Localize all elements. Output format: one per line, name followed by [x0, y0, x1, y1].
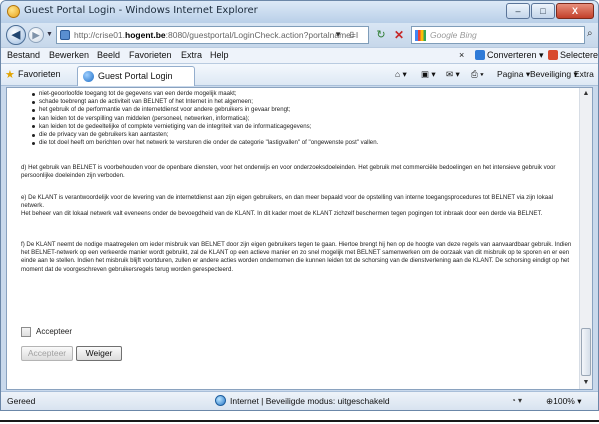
- menu-favorieten[interactable]: Favorieten: [129, 50, 172, 60]
- mail-icon[interactable]: ✉ ▾: [446, 69, 460, 80]
- status-bar: Gereed Internet | Beveiligde modus: uitg…: [1, 391, 598, 410]
- tab-page-icon: [83, 71, 94, 82]
- safety-menu[interactable]: Beveiliging ▾: [530, 69, 578, 80]
- protected-mode-icon[interactable]: ◔ ▾: [511, 396, 522, 405]
- tab-label: Guest Portal Login: [98, 71, 173, 81]
- compatibility-icon[interactable]: ▯: [350, 30, 354, 39]
- list-item: die tot doel heeft om berichten over het…: [32, 139, 574, 147]
- list-item: kan leiden tot de gedeeltelijke of compl…: [32, 123, 574, 131]
- select-menu[interactable]: Selecteren: [548, 50, 598, 60]
- menu-extra[interactable]: Extra: [181, 50, 202, 60]
- paragraph-e-2: Het beheer van dit lokaal netwerk valt e…: [21, 210, 543, 217]
- internet-zone-icon: [215, 395, 226, 406]
- page-icon: [60, 30, 70, 40]
- tools-menu[interactable]: Extra: [574, 69, 594, 79]
- menu-help[interactable]: Help: [210, 50, 229, 60]
- window-title: Guest Portal Login - Windows Internet Ex…: [24, 5, 258, 16]
- paragraph-e: e) De KLANT is verantwoordelijk voor de …: [21, 194, 553, 210]
- forward-button[interactable]: ▶: [28, 27, 44, 43]
- refuse-button[interactable]: Weiger: [76, 346, 122, 361]
- favorites-bar: ★ Favorieten Guest Portal Login ⌂ ▾ ▣ ▾ …: [1, 64, 598, 86]
- scroll-down-icon[interactable]: ▼: [580, 377, 592, 389]
- minimize-button[interactable]: –: [506, 3, 530, 19]
- tab-guest-portal-login[interactable]: Guest Portal Login: [77, 66, 195, 86]
- menu-beeld[interactable]: Beeld: [97, 50, 120, 60]
- convert-menu[interactable]: Converteren ▾: [475, 50, 544, 61]
- favorites-star-icon[interactable]: ★: [5, 68, 15, 81]
- accept-button[interactable]: Accepteer: [21, 346, 73, 361]
- select-icon: [548, 50, 558, 60]
- close-toolbar-button[interactable]: ×: [459, 50, 464, 60]
- menu-bar: Bestand Bewerken Beeld Favorieten Extra …: [1, 47, 598, 64]
- bottom-border: [0, 420, 599, 422]
- list-item: kan leiden tot de verspilling van middel…: [32, 115, 574, 123]
- status-text: Gereed: [7, 396, 36, 406]
- zoom-level[interactable]: ⊕100% ▾: [546, 396, 582, 407]
- maximize-button[interactable]: □: [531, 3, 555, 19]
- page-menu[interactable]: Pagina ▾: [497, 69, 530, 80]
- refresh-icon[interactable]: ↻: [373, 27, 389, 43]
- search-box[interactable]: Google Bing: [411, 26, 585, 44]
- search-placeholder[interactable]: Google Bing: [430, 30, 477, 40]
- paragraph-d: d) Het gebruik van BELNET is voorbehoude…: [21, 164, 556, 180]
- home-icon[interactable]: ⌂ ▾: [395, 69, 407, 80]
- terms-bullet-list: niet-geoorloofde toegang tot de gegevens…: [21, 90, 574, 147]
- back-button[interactable]: ◀: [6, 25, 26, 45]
- scroll-thumb[interactable]: [581, 328, 591, 376]
- browser-window: Guest Portal Login - Windows Internet Ex…: [0, 0, 599, 411]
- menu-bestand[interactable]: Bestand: [7, 50, 40, 60]
- list-item: die de privacy van de gebruikers kan aan…: [32, 131, 574, 139]
- print-icon[interactable]: ⎙ ▾: [471, 69, 484, 80]
- page-content: niet-geoorloofde toegang tot de gegevens…: [6, 87, 593, 390]
- address-bar[interactable]: http://crise01.hogent.be:8080/guestporta…: [56, 26, 369, 44]
- history-dropdown-icon[interactable]: ▼: [46, 31, 53, 38]
- security-zone-text[interactable]: Internet | Beveiligde modus: uitgeschake…: [230, 396, 390, 406]
- list-item: schade toebrengt aan de activiteit van B…: [32, 98, 574, 106]
- list-item: niet-geoorloofde toegang tot de gegevens…: [32, 90, 574, 98]
- address-dropdown-icon[interactable]: ▼: [334, 30, 342, 39]
- menu-bewerken[interactable]: Bewerken: [49, 50, 89, 60]
- search-provider-icon: [415, 30, 426, 41]
- scroll-up-icon[interactable]: ▲: [580, 88, 592, 100]
- stop-icon[interactable]: ✕: [391, 27, 407, 43]
- address-row: ◀ ▶ ▼ http://crise01.hogent.be:8080/gues…: [1, 23, 598, 47]
- url-text[interactable]: http://crise01.hogent.be:8080/guestporta…: [74, 30, 358, 40]
- ie-icon: [7, 5, 20, 18]
- close-window-button[interactable]: X: [556, 3, 594, 19]
- paragraph-f: f) De KLANT neemt de nodige maatregelen …: [21, 241, 572, 273]
- convert-icon: [475, 50, 485, 60]
- search-icon[interactable]: ⌕: [587, 28, 593, 39]
- list-item: het gebruik of de performantie van de in…: [32, 106, 574, 114]
- favorites-button[interactable]: Favorieten: [18, 69, 61, 79]
- feeds-icon[interactable]: ▣ ▾: [421, 69, 436, 80]
- accept-checkbox-label[interactable]: Accepteer: [36, 327, 72, 336]
- vertical-scrollbar[interactable]: ▲ ▼: [579, 88, 592, 389]
- accept-checkbox[interactable]: [21, 327, 31, 337]
- title-bar: Guest Portal Login - Windows Internet Ex…: [1, 1, 598, 23]
